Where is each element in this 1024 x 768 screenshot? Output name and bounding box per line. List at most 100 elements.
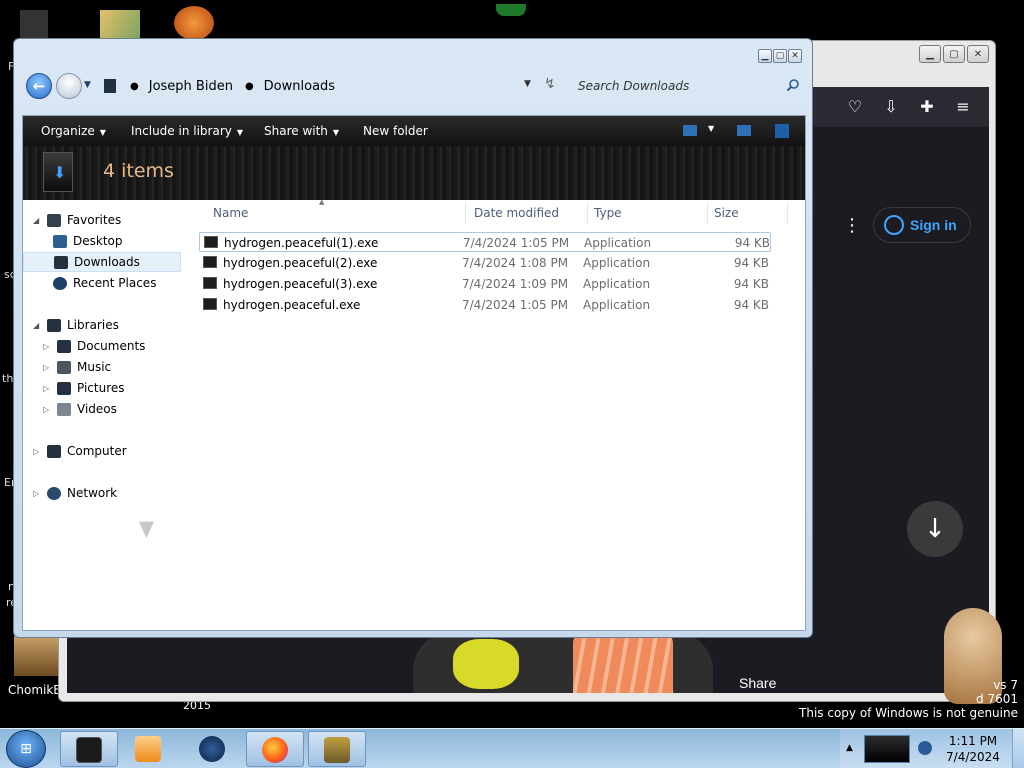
- nav-downloads[interactable]: Downloads: [23, 252, 181, 272]
- column-header-type[interactable]: Type: [594, 206, 622, 220]
- show-desktop-button[interactable]: [1012, 729, 1024, 768]
- search-icon[interactable]: [786, 78, 800, 92]
- chevron-down-icon: ▼: [99, 128, 106, 137]
- collapsed-triangle-icon[interactable]: ▷: [43, 384, 51, 393]
- taskbar-explorer-button[interactable]: [60, 731, 118, 767]
- file-date: 7/4/2024 1:05 PM: [462, 298, 569, 312]
- expanded-triangle-icon[interactable]: ◢: [33, 216, 41, 225]
- sign-in-button[interactable]: Sign in: [873, 207, 971, 243]
- item-count: 4 items: [103, 160, 174, 182]
- chevron-down-icon[interactable]: ▼: [708, 124, 714, 133]
- file-type: Application: [583, 298, 651, 312]
- close-icon[interactable]: ✕: [967, 45, 989, 63]
- nav-label: Desktop: [73, 234, 123, 248]
- watermark-line2: d 7601: [976, 692, 1018, 706]
- desktop-icon-top-1[interactable]: [20, 10, 48, 38]
- minimize-icon[interactable]: ▁: [919, 45, 941, 63]
- change-view-icon[interactable]: [683, 125, 697, 136]
- globe-app-icon: [199, 736, 225, 762]
- more-options-icon[interactable]: ⋮: [843, 215, 861, 236]
- recent-places-icon: [53, 276, 67, 290]
- file-row[interactable]: hydrogen.peaceful(1).exe 7/4/2024 1:05 P…: [199, 232, 771, 252]
- download-icon[interactable]: ⇩: [881, 97, 901, 116]
- taskbar-media-player-button[interactable]: [120, 731, 178, 767]
- column-header-date[interactable]: Date modified: [474, 206, 559, 220]
- recent-pages-dropdown-icon[interactable]: ▼: [84, 80, 91, 90]
- nav-documents[interactable]: ▷ Documents: [43, 336, 145, 356]
- breadcrumb-separator-icon[interactable]: ●: [245, 81, 254, 92]
- nav-libraries[interactable]: ◢ Libraries: [33, 315, 119, 335]
- video-thumbnail[interactable]: [413, 631, 713, 693]
- close-icon[interactable]: ✕: [788, 49, 802, 63]
- nav-pictures[interactable]: ▷ Pictures: [43, 378, 125, 398]
- maximize-icon[interactable]: ▢: [943, 45, 965, 63]
- documents-icon: [57, 339, 71, 353]
- show-hidden-icons[interactable]: ▲: [846, 743, 853, 753]
- file-date: 7/4/2024 1:05 PM: [463, 236, 570, 250]
- include-in-library-button[interactable]: Include in library ▼: [131, 124, 243, 138]
- nav-music[interactable]: ▷ Music: [43, 357, 111, 377]
- back-arrow-icon[interactable]: ←: [26, 73, 52, 99]
- address-dropdown-icon[interactable]: ▼: [524, 79, 531, 89]
- hamburger-menu-icon[interactable]: ≡: [953, 97, 973, 116]
- nav-recent-places[interactable]: Recent Places: [53, 273, 156, 293]
- breadcrumb-user[interactable]: Joseph Biden: [149, 79, 233, 94]
- chomik-desktop-icon[interactable]: [14, 636, 58, 676]
- file-name: hydrogen.peaceful(1).exe: [224, 236, 379, 250]
- clock[interactable]: 1:11 PM 7/4/2024: [940, 733, 1006, 765]
- help-icon[interactable]: [775, 124, 789, 138]
- breadcrumb-downloads[interactable]: Downloads: [264, 79, 335, 94]
- file-size: 94 KB: [733, 256, 769, 270]
- file-row[interactable]: hydrogen.peaceful.exe 7/4/2024 1:05 PM A…: [199, 295, 771, 315]
- collapsed-triangle-icon[interactable]: ▷: [33, 447, 41, 456]
- file-row[interactable]: hydrogen.peaceful(2).exe 7/4/2024 1:08 P…: [199, 253, 771, 273]
- share-with-button[interactable]: Share with ▼: [264, 124, 339, 138]
- watermark-line3: This copy of Windows is not genuine: [799, 706, 1018, 720]
- preview-pane-icon[interactable]: [737, 125, 751, 136]
- tray-app-icon[interactable]: [864, 735, 910, 763]
- pocket-icon[interactable]: ♡: [845, 97, 865, 116]
- nav-network[interactable]: ▷ Network: [33, 483, 117, 503]
- organize-button[interactable]: Organize ▼: [41, 124, 106, 138]
- new-folder-button[interactable]: New folder: [363, 124, 428, 138]
- scroll-down-button[interactable]: ↓: [907, 501, 963, 557]
- taskbar-firefox-button[interactable]: [246, 731, 304, 767]
- nav-label: Videos: [77, 402, 117, 416]
- windows-logo-icon[interactable]: ⊞: [6, 730, 46, 768]
- exe-file-icon: [204, 236, 218, 248]
- column-header-name[interactable]: Name: [213, 206, 248, 220]
- desktop-icon-top-2[interactable]: [100, 10, 140, 38]
- forward-arrow-icon[interactable]: [56, 73, 82, 99]
- nav-computer[interactable]: ▷ Computer: [33, 441, 127, 461]
- nav-favorites[interactable]: ◢ Favorites: [33, 210, 121, 230]
- collapsed-triangle-icon[interactable]: ▷: [43, 342, 51, 351]
- search-input[interactable]: Search Downloads: [570, 73, 804, 99]
- breadcrumb-separator-icon[interactable]: ●: [130, 81, 139, 92]
- network-tray-icon[interactable]: [918, 741, 932, 755]
- file-row[interactable]: hydrogen.peaceful(3).exe 7/4/2024 1:09 P…: [199, 274, 771, 294]
- desktop-icon-top-3[interactable]: [174, 6, 214, 40]
- pictures-icon: [57, 381, 71, 395]
- taskbar-app-button[interactable]: [184, 731, 242, 767]
- address-bar[interactable]: ● Joseph Biden ● Downloads: [100, 73, 560, 99]
- taskbar-box-app-button[interactable]: [308, 731, 366, 767]
- minimize-icon[interactable]: ▁: [758, 49, 772, 63]
- column-divider[interactable]: [587, 202, 588, 224]
- file-type: Application: [583, 277, 651, 291]
- column-divider[interactable]: [465, 202, 466, 224]
- explorer-window[interactable]: ▁ ▢ ✕ ← ▼ ● Joseph Biden ● Downloads ▼ ↯…: [13, 38, 813, 638]
- collapsed-triangle-icon[interactable]: ▷: [43, 405, 51, 414]
- extensions-icon[interactable]: ✚: [917, 97, 937, 116]
- column-divider[interactable]: [787, 202, 788, 224]
- collapsed-triangle-icon[interactable]: ▷: [43, 363, 51, 372]
- nav-videos[interactable]: ▷ Videos: [43, 399, 117, 419]
- clock-time: 1:11 PM: [948, 734, 998, 748]
- column-divider[interactable]: [707, 202, 708, 224]
- collapsed-triangle-icon[interactable]: ▷: [33, 489, 41, 498]
- column-header-size[interactable]: Size: [714, 206, 739, 220]
- maximize-icon[interactable]: ▢: [773, 49, 787, 63]
- expanded-triangle-icon[interactable]: ◢: [33, 321, 41, 330]
- refresh-icon[interactable]: ↯: [544, 76, 556, 92]
- nav-desktop[interactable]: Desktop: [53, 231, 123, 251]
- share-label[interactable]: Share: [739, 675, 776, 691]
